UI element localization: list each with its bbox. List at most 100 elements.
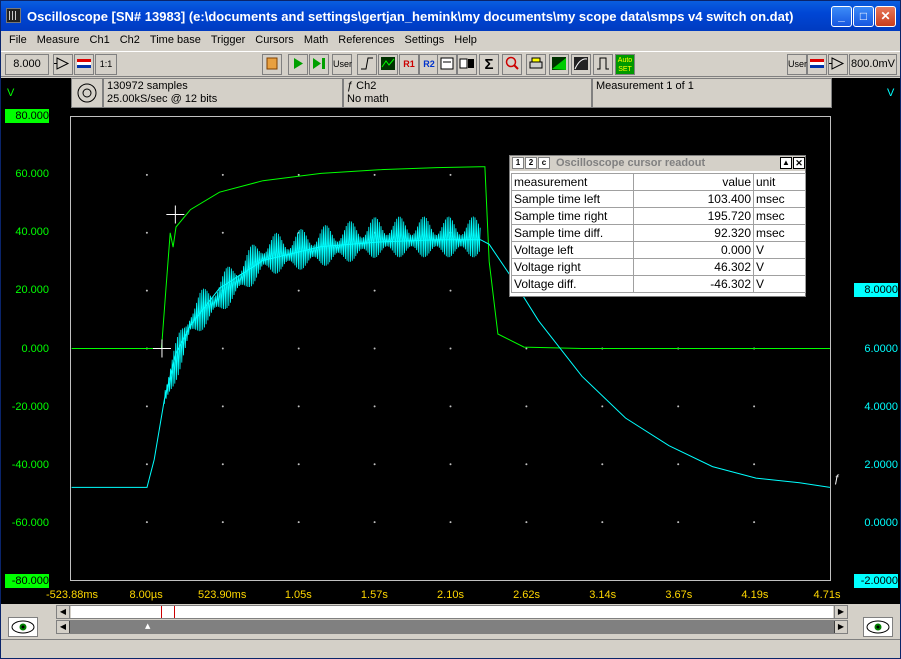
eye-icon-left[interactable]: [8, 617, 38, 637]
oscilloscope-window: Oscilloscope [SN# 13983] (e:\documents a…: [0, 0, 901, 659]
transfer-icon[interactable]: [457, 54, 477, 75]
scope-view-icon[interactable]: [378, 54, 398, 75]
menu-time-base[interactable]: Time base: [145, 31, 206, 49]
grid-dot: [373, 347, 376, 350]
grid-dot: [677, 521, 680, 524]
grid-dot: [145, 289, 148, 292]
user-button-ch2[interactable]: User: [787, 54, 807, 75]
time-tick-label: 2.10s: [437, 589, 464, 601]
ch2-tick-label: 2.0000: [864, 458, 898, 471]
measurement-unit: msec: [753, 190, 806, 208]
readout-collapse-icon[interactable]: ▲: [780, 157, 792, 169]
grid-dot: [145, 173, 148, 176]
fill-icon[interactable]: [549, 54, 569, 75]
cursor-left-marker[interactable]: [152, 339, 171, 358]
menu-ch1[interactable]: Ch1: [85, 31, 115, 49]
pretrigger-right-icon[interactable]: ▶: [834, 621, 847, 633]
grid-dot: [525, 347, 528, 350]
ch1-flag-icon[interactable]: [74, 54, 94, 75]
readout-cursor2-icon[interactable]: 2: [525, 157, 537, 169]
minimize-button[interactable]: _: [831, 6, 852, 27]
auto-set-button[interactable]: Auto SET: [615, 54, 635, 75]
menu-ch2[interactable]: Ch2: [115, 31, 145, 49]
measurement-name: Voltage diff.: [511, 275, 634, 293]
header-value: value: [633, 173, 754, 191]
acquisition-icon[interactable]: [71, 78, 103, 108]
ch2-coupling-icon[interactable]: [828, 54, 848, 75]
print-icon[interactable]: [526, 54, 546, 75]
ch2-range-value[interactable]: 800.0mV: [849, 54, 897, 75]
menu-math[interactable]: Math: [299, 31, 333, 49]
title-bar[interactable]: Oscilloscope [SN# 13983] (e:\documents a…: [1, 1, 900, 31]
record-view-marker[interactable]: [161, 606, 175, 618]
pulse-icon[interactable]: [593, 54, 613, 75]
close-button[interactable]: ✕: [875, 6, 896, 27]
channel-info: ƒ Ch2 No math: [343, 78, 592, 108]
menu-file[interactable]: File: [4, 31, 32, 49]
grid-dot: [449, 521, 452, 524]
pretrigger-scrollbar[interactable]: ◀ ▲ ▶: [56, 620, 848, 634]
cursor-readout-titlebar[interactable]: 1 2 c Oscilloscope cursor readout ▲ ✕: [510, 156, 805, 171]
ch1-range-value[interactable]: 8.000: [5, 54, 49, 75]
grid-dot: [677, 463, 680, 466]
ch2-flag-icon[interactable]: [807, 54, 827, 75]
measurement-name: Sample time right: [511, 207, 634, 225]
menu-help[interactable]: Help: [449, 31, 482, 49]
menu-cursors[interactable]: Cursors: [250, 31, 299, 49]
user-button-toolbar[interactable]: User: [332, 54, 352, 75]
readout-copy-icon[interactable]: c: [538, 157, 550, 169]
readout-cursor1-icon[interactable]: 1: [512, 157, 524, 169]
line-style-icon[interactable]: [571, 54, 591, 75]
ch1-tick-label: 0.000: [21, 342, 49, 355]
window-title: Oscilloscope [SN# 13983] (e:\documents a…: [27, 8, 794, 24]
cursor-readout-panel[interactable]: 1 2 c Oscilloscope cursor readout ▲ ✕ me…: [509, 155, 806, 297]
pretrigger-left-icon[interactable]: ◀: [57, 621, 70, 633]
menu-references[interactable]: References: [333, 31, 399, 49]
grid-dot: [221, 347, 224, 350]
readout-close-icon[interactable]: ✕: [793, 157, 805, 169]
record-track[interactable]: [71, 606, 833, 618]
memory-icon[interactable]: [437, 54, 457, 75]
grid-dot: [297, 173, 300, 176]
oscilloscope-app-icon[interactable]: [6, 8, 21, 23]
grid-dot: [449, 289, 452, 292]
ch1-probe-ratio[interactable]: 1:1: [95, 54, 117, 75]
maximize-button[interactable]: □: [853, 6, 874, 27]
measurement-name: Sample time left: [511, 190, 634, 208]
header-unit: unit: [753, 173, 806, 191]
menu-settings[interactable]: Settings: [400, 31, 450, 49]
reference-r1-button[interactable]: R1: [399, 54, 419, 75]
ch1-coupling-icon[interactable]: [53, 54, 73, 75]
record-scrollbar[interactable]: ◀ ▶: [56, 605, 848, 619]
hand-tool-icon[interactable]: [262, 54, 282, 75]
bottom-bar: ◀ ▶ ◀ ▲ ▶: [1, 604, 900, 658]
reference-r2-button[interactable]: R2: [419, 54, 439, 75]
time-tick-label: 3.14s: [589, 589, 617, 601]
scroll-right-icon[interactable]: ▶: [834, 606, 847, 618]
grid-dot: [373, 173, 376, 176]
menu-trigger[interactable]: Trigger: [206, 31, 250, 49]
time-tick-label: 8.00µs: [129, 589, 163, 601]
scroll-left-icon[interactable]: ◀: [57, 606, 70, 618]
run-icon[interactable]: [288, 54, 308, 75]
ch1-tick-label: -60.000: [11, 516, 49, 529]
pretrigger-thumb-icon[interactable]: ▲: [145, 622, 150, 630]
grid-dot: [753, 405, 756, 408]
ch1-tick-label: 40.000: [15, 226, 49, 239]
grid-dot: [753, 521, 756, 524]
sum-icon[interactable]: Σ: [479, 54, 499, 75]
ch2-tick-label: 8.0000: [854, 283, 898, 298]
single-shot-icon[interactable]: [309, 54, 329, 75]
menu-measure[interactable]: Measure: [32, 31, 85, 49]
measurement-name: Sample time diff.: [511, 224, 634, 242]
trigger-level-marker[interactable]: ƒ: [834, 472, 840, 486]
eye-icon-right[interactable]: [863, 617, 893, 637]
ch1-tick-label: -20.000: [11, 400, 49, 413]
ch2-tick-label: -2.0000: [854, 574, 898, 588]
grid-dot: [297, 521, 300, 524]
grid-dot: [297, 289, 300, 292]
grid-dot: [221, 521, 224, 524]
trigger-edge-icon[interactable]: [357, 54, 377, 75]
zoom-icon[interactable]: [502, 54, 522, 75]
grid-dot: [677, 405, 680, 408]
